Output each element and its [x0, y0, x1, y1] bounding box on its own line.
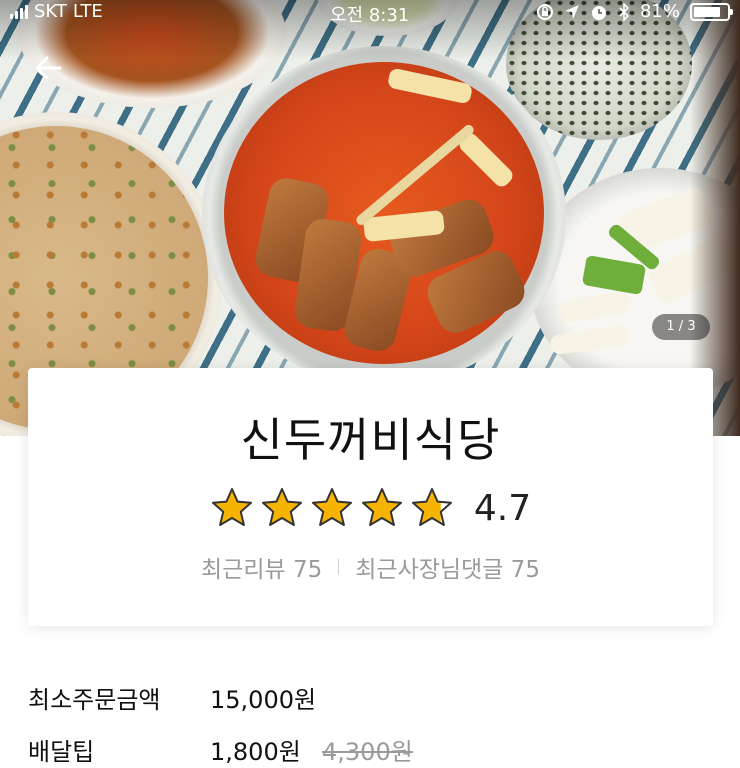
- network-type: LTE: [72, 1, 103, 22]
- status-bar: SKT LTE 오전 8:31 81%: [0, 0, 740, 26]
- recent-owner-replies-link[interactable]: 최근사장님댓글 75: [355, 550, 540, 584]
- review-summary: 최근리뷰 75 최근사장님댓글 75: [28, 550, 713, 584]
- battery-icon: [690, 2, 733, 21]
- star-icon: [411, 488, 452, 526]
- delivery-tip-original-price: 4,300원: [322, 738, 413, 766]
- min-order-label: 최소주문금액: [28, 686, 161, 714]
- recent-reviews-link[interactable]: 최근리뷰 75: [201, 550, 322, 584]
- restaurant-name: 신두꺼비식당: [240, 413, 501, 467]
- alarm-icon: [591, 5, 606, 20]
- delivery-tip-label: 배달팁: [28, 738, 95, 766]
- back-arrow-icon[interactable]: [32, 52, 64, 84]
- divider: [338, 559, 340, 575]
- battery-percent: 81%: [639, 1, 680, 22]
- rating-row: 4.7: [28, 486, 713, 530]
- status-time: 오전 8:31: [330, 5, 410, 26]
- star-icon: [261, 488, 302, 526]
- photo-page-indicator: 1 / 3: [652, 314, 710, 340]
- signal-icon: [10, 4, 28, 19]
- delivery-tip-value: 1,800원: [210, 738, 301, 766]
- star-icon: [311, 488, 352, 526]
- star-icon: [211, 488, 252, 526]
- bluetooth-icon: [619, 2, 630, 21]
- location-icon: [564, 4, 579, 19]
- min-order-value: 15,000원: [210, 686, 317, 714]
- carrier-name: SKT: [34, 1, 67, 22]
- star-icon: [361, 488, 402, 526]
- restaurant-info-card: 신두꺼비식당 4.7 최근리뷰 75 최근사장님댓글 75: [28, 368, 713, 626]
- star-rating: [210, 486, 454, 530]
- lock-rotation-icon: [536, 3, 553, 20]
- rating-value: 4.7: [473, 487, 532, 529]
